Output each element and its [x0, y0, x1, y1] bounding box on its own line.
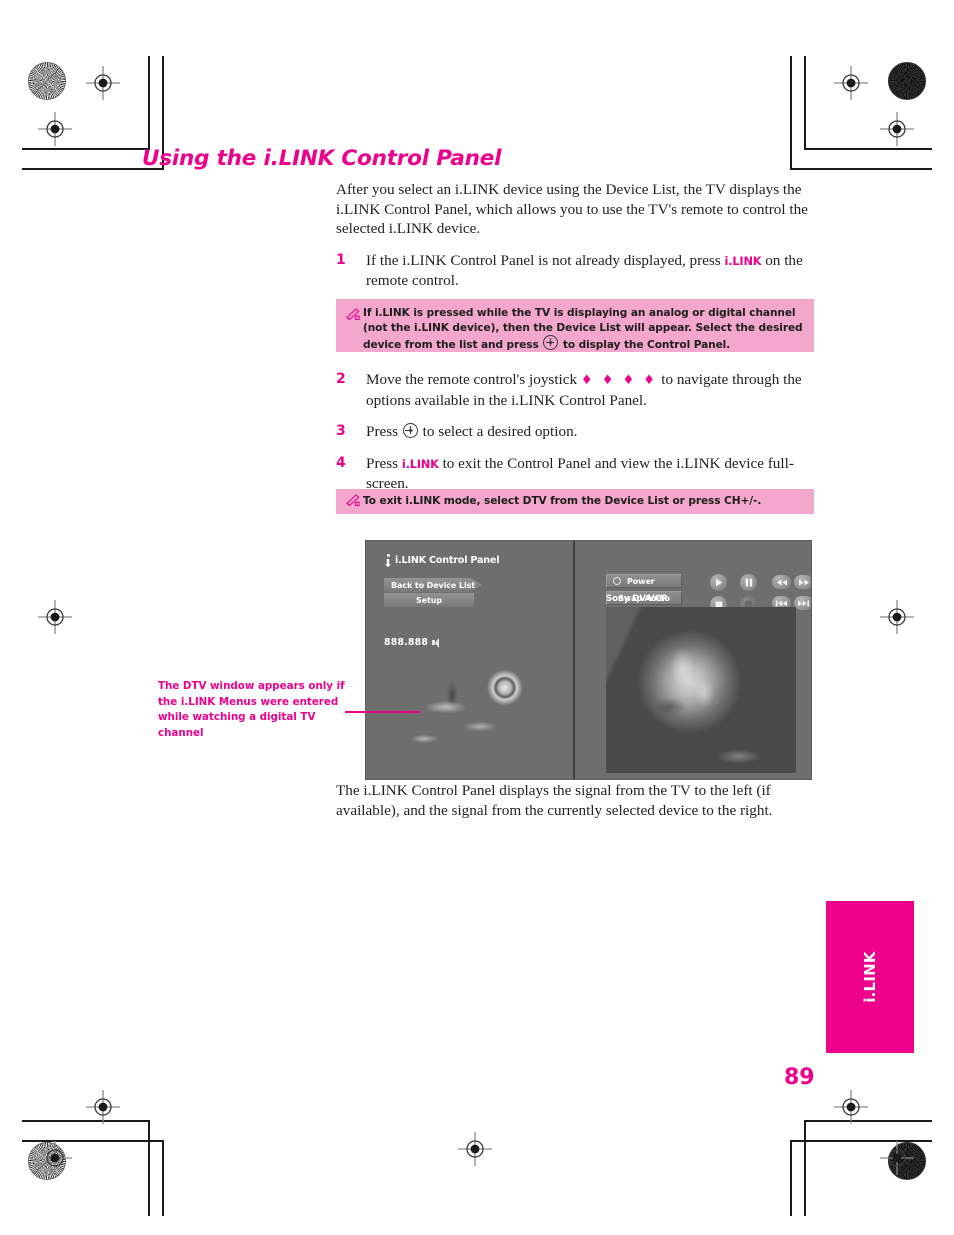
step-2-number: 2 [336, 371, 346, 387]
crop-line [790, 56, 792, 170]
intro-paragraph: After you select an i.LINK device using … [336, 181, 808, 238]
step-4-text: Press i.LINK to exit the Control Panel a… [366, 454, 814, 494]
power-radio-icon [613, 577, 621, 585]
closing-paragraph: The i.LINK Control Panel displays the si… [336, 782, 773, 819]
pause-icon [745, 578, 752, 587]
note-1-tail: to display the Control Panel. [562, 339, 731, 352]
crop-line [792, 168, 932, 170]
crop-line [22, 168, 162, 170]
registration-target-icon [38, 1141, 72, 1175]
step-3-text-before: Press [366, 423, 402, 441]
page-title: Using the i.LINK Control Panel [142, 146, 502, 171]
steps-group-2-4: 2 Move the remote control's joystick ♦ ♦… [336, 370, 814, 494]
registration-target-icon [38, 600, 72, 634]
select-button-icon [402, 423, 418, 439]
step-3: 3 Press to select a desired option. [336, 422, 814, 442]
registration-target-icon [880, 600, 914, 634]
thumb-tab-label: i.LINK [861, 951, 879, 1003]
ilink-control-panel-screenshot: i.LINK Control Panel Back to Device List… [365, 540, 812, 780]
registration-target-icon [86, 66, 120, 100]
power-button-label: Power [627, 576, 655, 586]
setup-button[interactable]: Setup [384, 593, 474, 607]
device-name-label: Sony DV-VCR [606, 594, 668, 604]
skip-next-icon [798, 600, 809, 606]
step-1: 1 If the i.LINK Control Panel is not alr… [336, 251, 814, 291]
tv-panel-right: Power Swap Audio Sony DV-VCR [575, 541, 811, 779]
note-box-2: To exit i.LINK mode, select DTV from the… [336, 489, 814, 514]
step-3-text-after: to select a desired option. [418, 423, 578, 441]
step-4-text-before: Press [366, 454, 402, 472]
crop-line [804, 1120, 932, 1122]
channel-number: 888.888 [384, 637, 429, 648]
skip-previous-icon [775, 600, 787, 606]
ilink-keyword: i.LINK [724, 253, 762, 268]
step-2: 2 Move the remote control's joystick ♦ ♦… [336, 370, 814, 410]
play-button[interactable] [710, 574, 727, 591]
body-column: After you select an i.LINK device using … [336, 180, 814, 291]
note-box-1: If i.LINK is pressed while the TV is dis… [336, 299, 814, 352]
registration-target-icon [834, 1090, 868, 1124]
device-video-preview [606, 607, 796, 773]
registration-target-icon [834, 66, 868, 100]
tv-panel-left: i.LINK Control Panel Back to Device List… [366, 541, 573, 779]
panel-title-row: i.LINK Control Panel [384, 554, 499, 567]
crop-line [148, 56, 150, 150]
crop-line [790, 1140, 792, 1216]
registration-target-icon [86, 1090, 120, 1124]
section-thumb-tab: i.LINK [826, 901, 914, 1053]
registration-target-icon [38, 112, 72, 146]
step-3-text: Press to select a desired option. [366, 422, 814, 442]
registration-target-icon [880, 112, 914, 146]
page-number: 89 [784, 1065, 815, 1090]
step-1-text-before: If the i.LINK Control Panel is not alrea… [366, 251, 725, 269]
skip-next-button[interactable] [794, 596, 811, 610]
back-to-device-list-button[interactable]: Back to Device List [384, 578, 482, 592]
ilink-keyword: i.LINK [401, 456, 439, 471]
step-2-text-before: Move the remote control's joystick [366, 371, 581, 388]
callout-leader-line [345, 711, 420, 713]
crop-line [804, 56, 806, 150]
pause-button[interactable] [740, 574, 757, 591]
crop-line [148, 1120, 150, 1216]
step-1-number: 1 [336, 251, 346, 268]
note-pencil-icon [346, 492, 363, 511]
halftone-circle-top-left [28, 62, 66, 100]
crop-line [22, 148, 150, 150]
registration-target-icon [458, 1132, 492, 1166]
crop-line [804, 148, 932, 150]
fast-forward-button[interactable] [794, 575, 811, 589]
play-icon [715, 578, 722, 587]
step-3-number: 3 [336, 423, 346, 440]
panel-title: i.LINK Control Panel [395, 555, 500, 566]
rewind-icon [776, 579, 787, 585]
speaker-icon [432, 637, 441, 648]
dtv-window-callout: The DTV window appears only if the i.LIN… [158, 680, 345, 739]
select-button-icon [543, 335, 559, 351]
channel-number-display: 888.888 [384, 637, 441, 648]
power-button[interactable]: Power [606, 574, 682, 588]
crop-line [804, 1120, 806, 1216]
closing-block: The i.LINK Control Panel displays the si… [336, 781, 814, 820]
halftone-circle-top-right [888, 62, 926, 100]
note-1-text: If i.LINK is pressed while the TV is dis… [363, 306, 804, 351]
registration-target-icon [880, 1141, 914, 1175]
step-2-text: Move the remote control's joystick ♦ ♦ ♦… [366, 370, 814, 410]
step-4: 4 Press i.LINK to exit the Control Panel… [336, 454, 814, 494]
joystick-arrows-icon: ♦ ♦ ♦ ♦ [580, 373, 658, 388]
step-4-number: 4 [336, 454, 346, 471]
rewind-button[interactable] [772, 575, 791, 589]
note-2-text: To exit i.LINK mode, select DTV from the… [363, 494, 762, 507]
step-1-text: If the i.LINK Control Panel is not alrea… [366, 251, 814, 291]
crop-line [162, 1140, 164, 1216]
fast-forward-icon [798, 579, 809, 585]
ilink-logo-icon [384, 554, 392, 567]
note-pencil-icon [346, 306, 363, 344]
